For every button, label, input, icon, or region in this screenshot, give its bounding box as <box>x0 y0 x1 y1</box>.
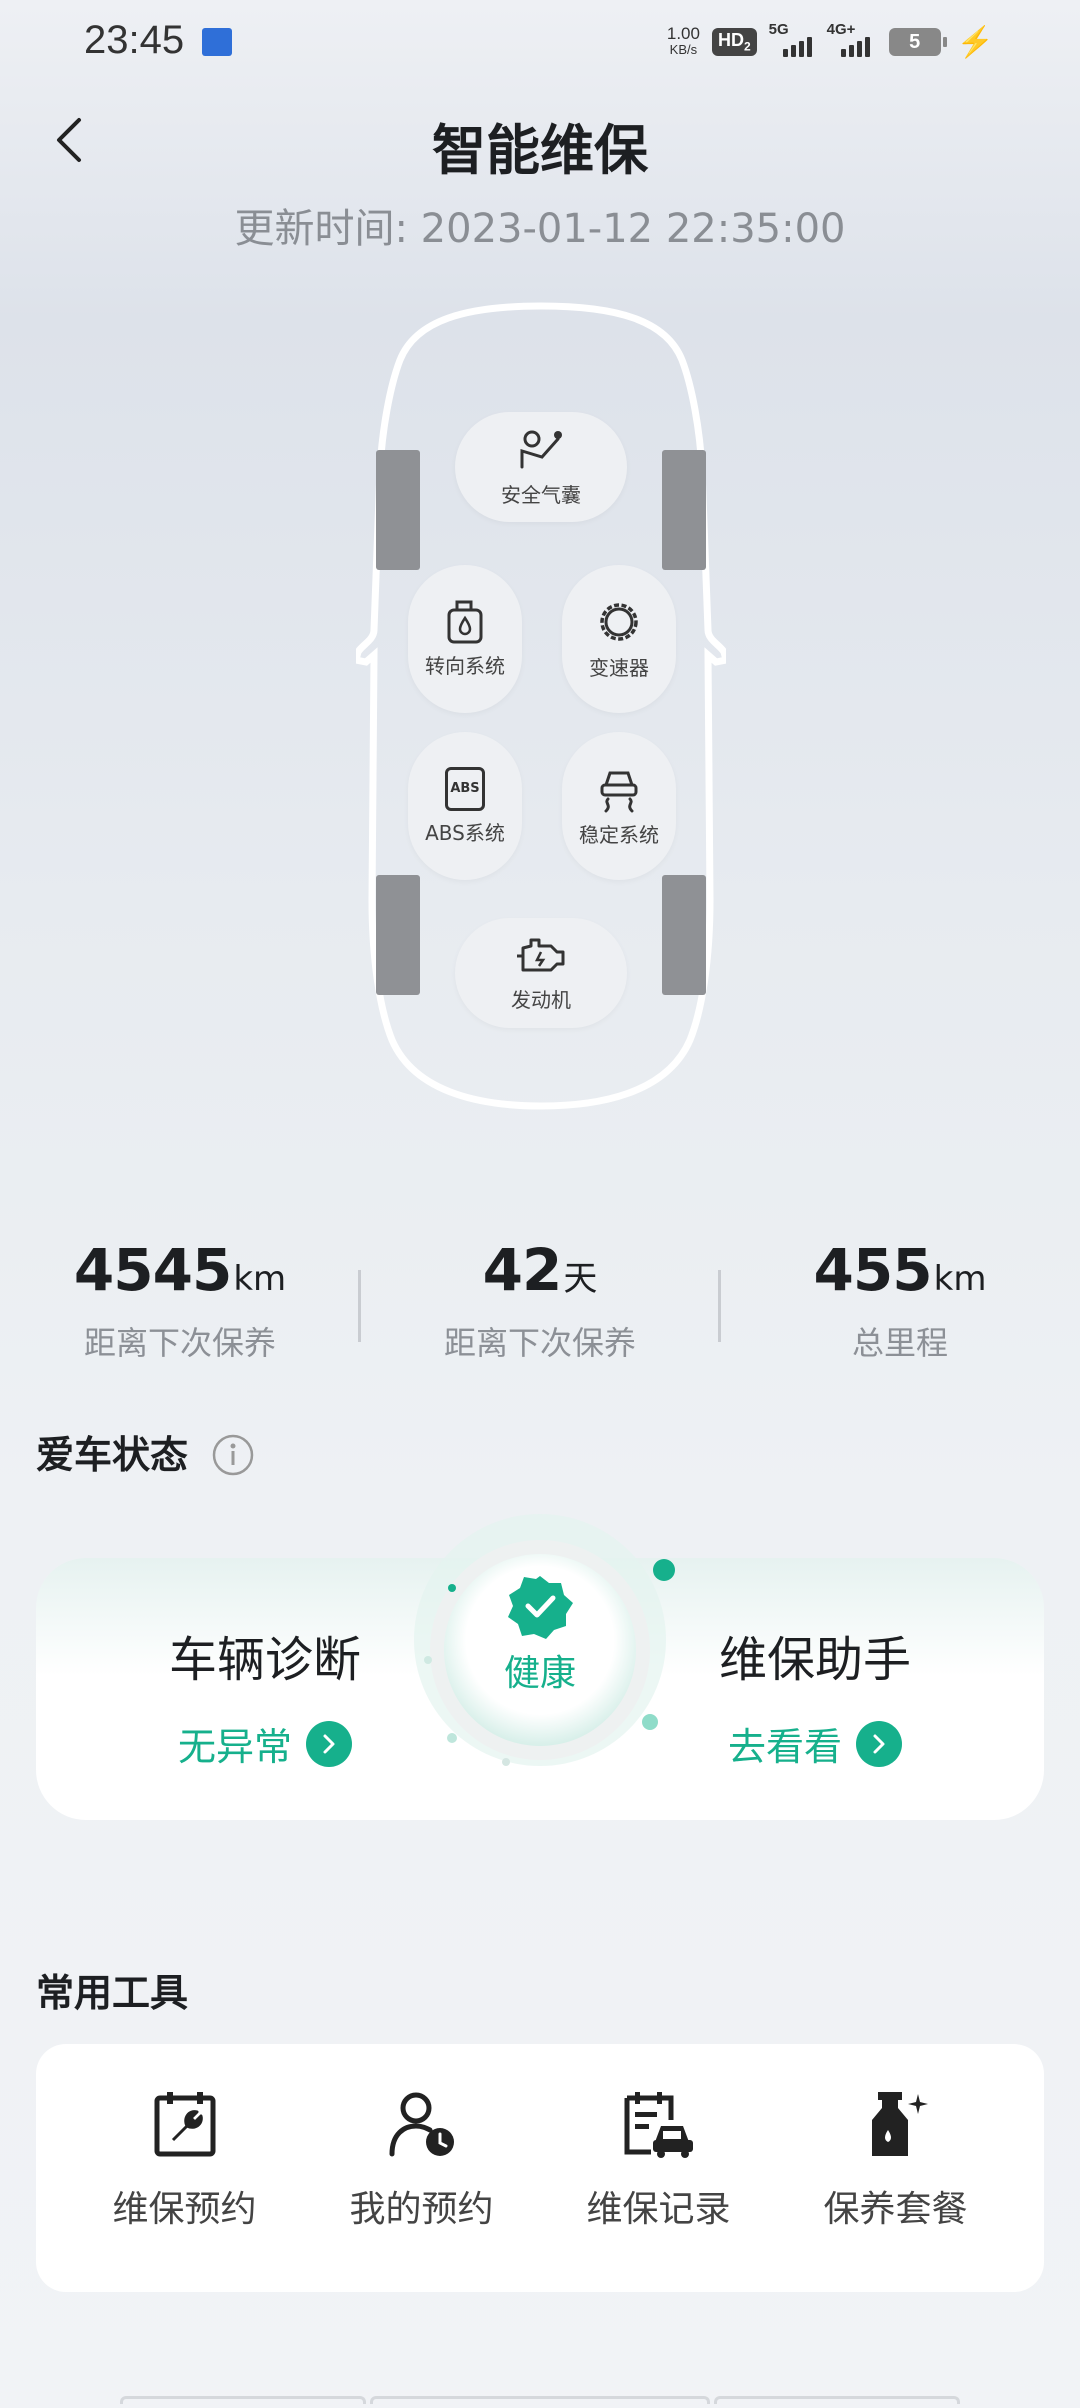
notification-icon <box>202 28 232 56</box>
oil-bottle-icon <box>871 2092 928 2156</box>
tool-label: 维保记录 <box>586 2189 731 2230</box>
tool-label: 保养套餐 <box>823 2189 968 2230</box>
stat-next-maintenance-km: 4545km 距离下次保养 <box>73 1236 287 1362</box>
tools-title: 常用工具 <box>36 1971 189 2015</box>
tool-my-booking[interactable]: 我的预约 <box>303 2044 540 2292</box>
status-indicators: 1.00 KB/s HD2 5G 4G+ 5 ⚡ <box>666 21 994 62</box>
tool-label: 我的预约 <box>349 2189 494 2230</box>
abs-button[interactable]: ABS ABS系统 <box>408 732 522 880</box>
document-car-icon <box>624 2092 693 2158</box>
vehicle-diagnosis-title: 车辆诊断 <box>168 1632 361 1688</box>
engine-button[interactable]: 发动机 <box>455 918 627 1028</box>
skid-car-icon <box>600 771 638 812</box>
calendar-wrench-icon <box>154 2092 215 2157</box>
airbag-label: 安全气囊 <box>501 482 581 507</box>
transmission-button[interactable]: 变速器 <box>562 565 676 713</box>
abs-icon: ABS <box>445 766 485 811</box>
stability-label: 稳定系统 <box>579 822 659 847</box>
engine-label: 发动机 <box>511 987 571 1012</box>
airbag-icon <box>520 430 562 468</box>
engine-icon <box>517 938 565 971</box>
abs-label: ABS系统 <box>425 820 505 845</box>
fluid-bottle-icon <box>447 600 483 643</box>
tools-card: 维保预约 我的预约 维保记录 保养套餐 <box>36 2044 1044 2292</box>
stat-total-mileage: 455km 总里程 <box>813 1236 987 1362</box>
chevron-right-icon <box>306 1720 352 1767</box>
airbag-button[interactable]: 安全气囊 <box>455 412 627 522</box>
steering-button[interactable]: 转向系统 <box>408 565 522 713</box>
bottom-tab[interactable] <box>714 2396 960 2404</box>
stat-divider <box>718 1270 721 1342</box>
hd-voice-icon: HD2 <box>711 28 757 56</box>
stat-divider <box>358 1270 361 1342</box>
stat-next-maintenance-days: 42天 距离下次保养 <box>443 1236 636 1362</box>
gear-icon <box>600 602 638 641</box>
stability-button[interactable]: 稳定系统 <box>562 732 676 880</box>
tool-maintenance-records[interactable]: 维保记录 <box>540 2044 777 2292</box>
vehicle-diagnosis-link[interactable]: 无异常 <box>160 1716 370 1771</box>
signal-4g-icon: 4G+ <box>827 21 877 57</box>
car-status-title: 爱车状态 <box>36 1433 189 1477</box>
steering-label: 转向系统 <box>425 653 505 678</box>
update-time: 更新时间: 2023-01-12 22:35:00 <box>234 206 846 252</box>
status-bar: 23:45 1.00 KB/s HD2 5G 4G+ 5 ⚡ <box>0 0 1080 90</box>
maintenance-assistant-block[interactable]: 维保助手 去看看 <box>710 1620 920 1771</box>
car-diagram: 安全气囊 转向系统 变速器 ABS ABS系统 稳定系统 发动机 <box>356 300 726 1110</box>
network-speed: 1.00 KB/s <box>666 24 700 57</box>
mileage-stats: 4545km 距离下次保养 42天 距离下次保养 455km 总里程 <box>0 1236 1080 1366</box>
status-time: 23:45 <box>84 18 185 62</box>
tool-maintenance-package[interactable]: 保养套餐 <box>777 2044 1014 2292</box>
bottom-tab[interactable] <box>370 2396 710 2404</box>
vehicle-diagnosis-block[interactable]: 车辆诊断 无异常 <box>160 1620 370 1771</box>
signal-5g-icon: 5G <box>769 21 815 57</box>
charging-icon: ⚡ <box>956 25 994 59</box>
chevron-right-icon <box>856 1720 902 1767</box>
tool-maintenance-booking[interactable]: 维保预约 <box>66 2044 303 2292</box>
tool-label: 维保预约 <box>112 2189 257 2230</box>
user-clock-icon <box>389 2092 454 2157</box>
bottom-tab[interactable] <box>120 2396 366 2404</box>
health-indicator <box>414 1514 675 1766</box>
maintenance-assistant-link[interactable]: 去看看 <box>710 1716 920 1771</box>
info-icon[interactable] <box>212 1434 254 1476</box>
maintenance-assistant-title: 维保助手 <box>718 1632 911 1688</box>
battery-icon: 5 <box>888 28 947 56</box>
page-title: 智能维保 <box>432 119 648 182</box>
transmission-label: 变速器 <box>589 655 649 680</box>
